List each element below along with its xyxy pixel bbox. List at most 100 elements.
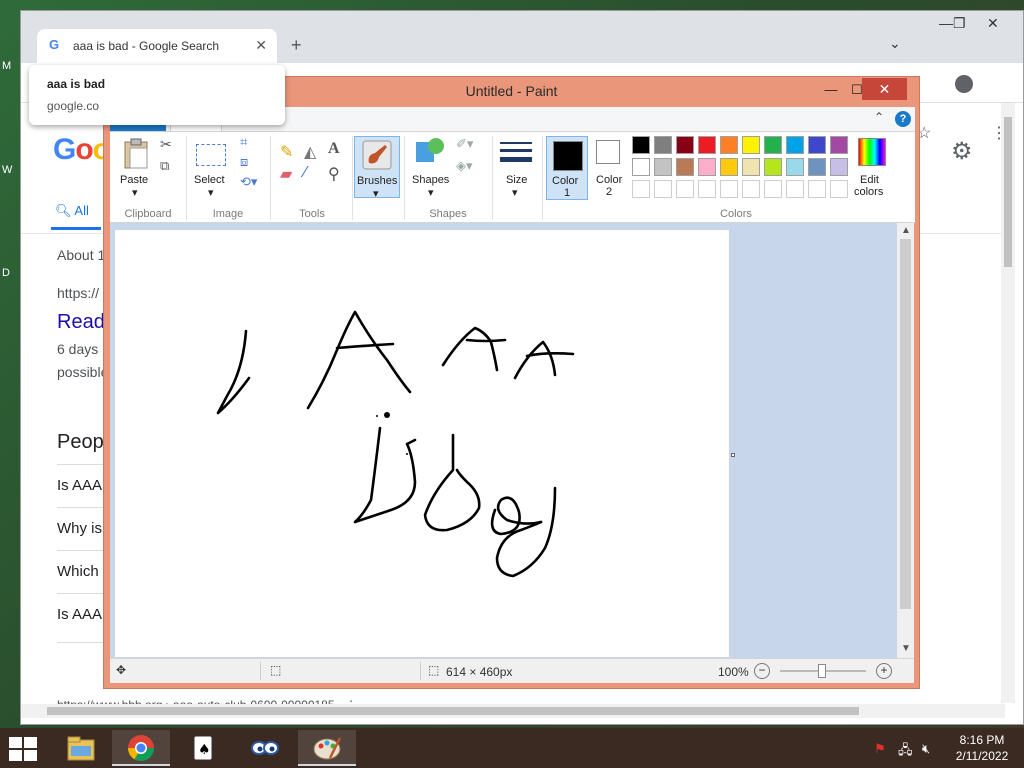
minimize-button[interactable]: —: [939, 15, 953, 31]
color-swatch[interactable]: [764, 136, 782, 154]
tab-search-icon[interactable]: ⌄: [889, 35, 901, 52]
color-swatch[interactable]: [720, 158, 738, 176]
zoom-out-button[interactable]: −: [754, 663, 770, 679]
color-swatch[interactable]: [742, 158, 760, 176]
scroll-down-icon[interactable]: ▼: [901, 643, 911, 654]
search-tab-all[interactable]: 🔍︎ All: [55, 203, 89, 219]
ribbon-home: Paste ▾ ✂ ⧉ Clipboard Select ▾ ⌗ ⧈ ⟲▾ Im…: [110, 131, 915, 223]
color-swatch[interactable]: [654, 136, 672, 154]
color-swatch[interactable]: [676, 136, 694, 154]
crop-icon[interactable]: ⌗: [240, 134, 247, 150]
rotate-icon[interactable]: ⟲▾: [240, 174, 257, 190]
new-tab-button[interactable]: +: [291, 35, 302, 56]
zoom-in-button[interactable]: +: [876, 663, 892, 679]
resize-icon[interactable]: ⧈: [240, 154, 248, 170]
text-tool-icon[interactable]: A: [328, 140, 340, 158]
custom-color-slot[interactable]: [786, 180, 804, 198]
brush-icon: [362, 140, 392, 170]
custom-color-slot[interactable]: [698, 180, 716, 198]
custom-color-slot[interactable]: [808, 180, 826, 198]
result-title-link[interactable]: Read: [57, 311, 105, 334]
suggestion-domain: google.co: [47, 99, 100, 113]
color-swatch[interactable]: [632, 158, 650, 176]
divider: [420, 662, 421, 680]
result-url[interactable]: https://: [57, 285, 99, 301]
color-swatch[interactable]: [808, 158, 826, 176]
cut-icon[interactable]: ✂: [160, 136, 172, 153]
help-icon[interactable]: ?: [895, 111, 911, 127]
maximize-button[interactable]: ❐: [953, 15, 966, 32]
collapse-ribbon-icon[interactable]: ⌃: [874, 110, 884, 124]
start-button[interactable]: [8, 736, 38, 762]
taskbar-paint[interactable]: [298, 730, 356, 766]
zoom-slider-thumb[interactable]: [818, 664, 826, 678]
color-swatch[interactable]: [676, 158, 694, 176]
scroll-thumb[interactable]: [1004, 117, 1012, 267]
profile-avatar-icon[interactable]: [955, 75, 973, 93]
color-swatch[interactable]: [786, 136, 804, 154]
copy-icon[interactable]: ⧉: [160, 158, 169, 174]
action-center-flag-icon[interactable]: ⚑: [874, 741, 886, 757]
magnifier-icon[interactable]: ⚲: [328, 164, 340, 184]
custom-color-slot[interactable]: [632, 180, 650, 198]
custom-color-slot[interactable]: [720, 180, 738, 198]
custom-color-slot[interactable]: [676, 180, 694, 198]
page-horizontal-scrollbar[interactable]: [21, 704, 1005, 718]
close-button[interactable]: ✕: [862, 78, 907, 100]
color-swatch[interactable]: [830, 158, 848, 176]
taskbar: ♠ ⚑ 🖧︎ 🔇︎ 8:16 PM 2/11/2022: [0, 728, 1024, 768]
tab-close-icon[interactable]: ✕: [255, 37, 267, 54]
image-size-icon: ⬚: [428, 663, 440, 677]
omnibox-suggestion[interactable]: aaa is bad google.co: [29, 65, 285, 125]
fill-icon[interactable]: ◈▾: [456, 158, 473, 174]
color1-button[interactable]: Color 1: [546, 136, 588, 200]
color-swatch[interactable]: [698, 158, 716, 176]
taskbar-chrome[interactable]: [112, 730, 170, 766]
fill-bucket-icon[interactable]: ◭: [304, 142, 316, 162]
color-swatch[interactable]: [786, 158, 804, 176]
taskbar-file-explorer[interactable]: [52, 730, 110, 766]
drawing-canvas[interactable]: [115, 230, 729, 657]
page-vertical-scrollbar[interactable]: [1001, 103, 1015, 703]
system-clock[interactable]: 8:16 PM 2/11/2022: [950, 732, 1014, 764]
color-swatch[interactable]: [764, 158, 782, 176]
selection-size-icon: ⬚: [270, 663, 282, 677]
canvas-resize-handle[interactable]: [731, 453, 735, 457]
settings-gear-icon[interactable]: ⚙: [951, 137, 973, 166]
color-swatch[interactable]: [632, 136, 650, 154]
network-icon[interactable]: 🖧︎: [898, 741, 913, 763]
scroll-up-icon[interactable]: ▲: [901, 225, 911, 236]
custom-color-slot[interactable]: [764, 180, 782, 198]
tab-google-search[interactable]: G aaa is bad - Google Search ✕: [37, 29, 277, 63]
color-swatch[interactable]: [698, 136, 716, 154]
paa-question[interactable]: Which: [57, 563, 99, 580]
color-swatch[interactable]: [742, 136, 760, 154]
paste-label: Paste: [120, 174, 149, 186]
close-button[interactable]: ✕: [987, 15, 999, 32]
color-swatch[interactable]: [720, 136, 738, 154]
scroll-thumb[interactable]: [900, 239, 911, 609]
taskbar-solitaire[interactable]: ♠: [174, 730, 232, 766]
color-swatch[interactable]: [808, 136, 826, 154]
result-snippet: 6 days: [57, 341, 99, 357]
custom-color-slot[interactable]: [654, 180, 672, 198]
custom-color-slot[interactable]: [742, 180, 760, 198]
color-picker-icon[interactable]: ⁄: [304, 164, 307, 182]
color-swatch[interactable]: [654, 158, 672, 176]
custom-color-slot[interactable]: [830, 180, 848, 198]
color-swatch[interactable]: [830, 136, 848, 154]
scroll-thumb[interactable]: [47, 707, 859, 715]
pencil-icon[interactable]: ✎: [280, 142, 293, 162]
paa-question[interactable]: Is AAA: [57, 477, 102, 494]
paa-question[interactable]: Why is: [57, 520, 102, 537]
minimize-button[interactable]: —: [820, 80, 842, 100]
brushes-button[interactable]: Brushes ▾: [354, 136, 400, 200]
volume-muted-icon[interactable]: 🔇︎: [922, 741, 930, 757]
google-logo[interactable]: Goo: [53, 133, 111, 167]
outline-icon[interactable]: ✐▾: [456, 136, 473, 152]
eraser-icon[interactable]: ▰: [280, 164, 292, 184]
canvas-vertical-scrollbar[interactable]: ▲ ▼: [897, 223, 914, 658]
playing-cards-icon: ♠: [193, 735, 213, 761]
paa-question[interactable]: Is AAA: [57, 606, 102, 623]
taskbar-eyes-app[interactable]: [236, 730, 294, 766]
